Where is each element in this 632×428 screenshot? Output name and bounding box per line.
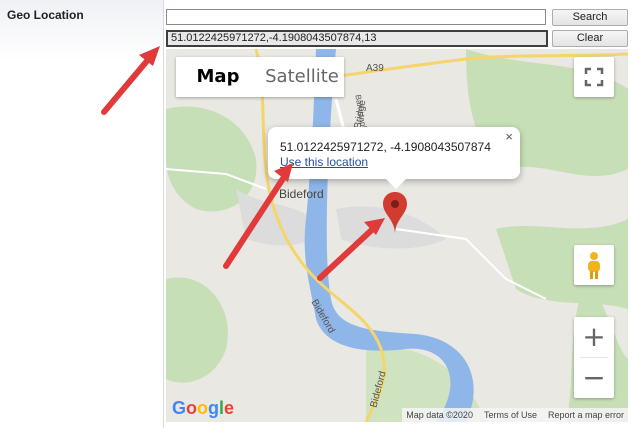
zoom-out-button[interactable]: −	[574, 358, 614, 398]
google-logo-letter: o	[197, 398, 209, 418]
map-attribution: Map data ©2020 Terms of Use Report a map…	[402, 408, 628, 422]
road-label-a39: A39	[366, 63, 384, 74]
map-canvas[interactable]: A39 Bridge Barnstaple Bideford Bideford …	[166, 49, 628, 422]
marker-icon[interactable]	[383, 192, 407, 234]
use-this-location-link[interactable]: Use this location	[280, 155, 368, 169]
terms-of-use-link[interactable]: Terms of Use	[484, 408, 537, 422]
fullscreen-button[interactable]	[574, 57, 614, 97]
info-window-coords: 51.0122425971272, -4.1908043507874	[280, 140, 491, 154]
close-icon[interactable]: ×	[505, 129, 513, 144]
map-data-text: Map data ©2020	[406, 410, 473, 420]
google-logo: Google	[172, 398, 234, 419]
google-logo-letter: g	[208, 398, 220, 418]
google-logo-letter: o	[186, 398, 198, 418]
search-input[interactable]	[166, 9, 546, 25]
coords-input[interactable]: 51.0122425971272,-4.1908043507874,13	[166, 30, 548, 47]
clear-button[interactable]: Clear	[552, 30, 628, 47]
google-logo-letter: G	[172, 398, 187, 418]
info-window: 51.0122425971272, -4.1908043507874 Use t…	[268, 127, 520, 189]
report-error-link[interactable]: Report a map error	[548, 408, 624, 422]
map-type-map[interactable]: Map	[176, 57, 260, 97]
pegman-icon	[588, 252, 600, 279]
google-logo-letter: e	[224, 398, 235, 418]
field-label: Geo Location	[7, 8, 84, 22]
map-tiles	[166, 49, 628, 422]
map-type-control: Map Satellite	[176, 57, 344, 97]
search-button[interactable]: Search	[552, 9, 628, 26]
field-label-column: Geo Location	[0, 0, 164, 428]
map-type-satellite[interactable]: Satellite	[260, 57, 344, 97]
town-label: Bideford	[279, 187, 324, 201]
fullscreen-icon	[584, 67, 604, 87]
street-view-button[interactable]	[574, 245, 614, 285]
zoom-in-button[interactable]: +	[574, 317, 614, 357]
zoom-control: + −	[574, 317, 614, 398]
